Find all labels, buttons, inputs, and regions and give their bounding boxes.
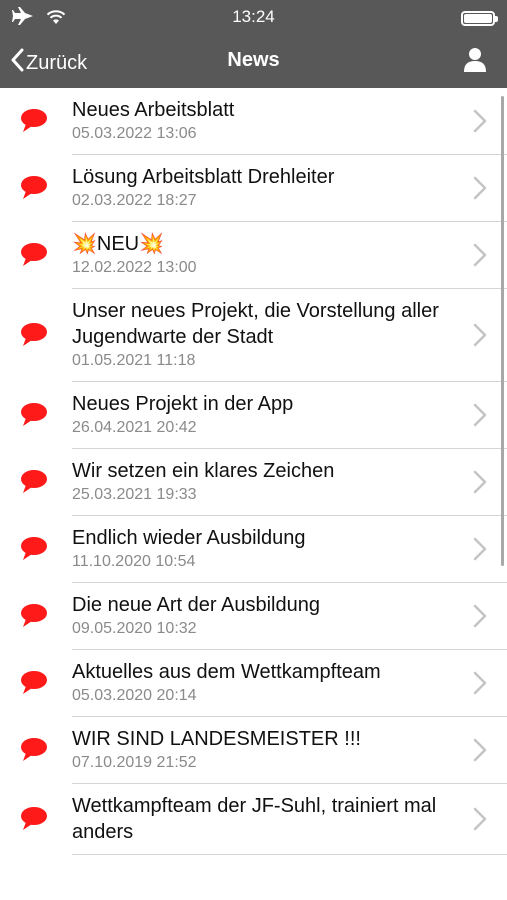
news-list-item[interactable]: Wir setzen ein klares Zeichen 25.03.2021 … [21,449,507,516]
chevron-right-icon [473,323,487,352]
user-icon [463,48,487,77]
news-date: 05.03.2022 13:06 [72,125,197,142]
news-title: Neues Arbeitsblatt [72,99,235,121]
scroll-indicator[interactable] [501,96,504,566]
news-list-item[interactable]: WIR SIND LANDESMEISTER !!! 07.10.2019 21:… [21,717,507,784]
speech-bubble-icon [20,175,48,206]
profile-button[interactable] [463,47,487,78]
news-date: 26.04.2021 20:42 [72,419,197,436]
page-title: News [227,49,280,71]
news-text: Aktuelles aus dem Wettkampfteam 05.03.202… [72,659,507,707]
news-text: 💥NEU💥 12.02.2022 13:00 [72,231,507,279]
chevron-right-icon [473,243,487,272]
news-list-item[interactable]: Wettkampfteam der JF-Suhl, trainiert mal… [21,784,507,855]
chevron-right-icon [473,403,487,432]
news-text: Wir setzen ein klares Zeichen 25.03.2021 … [72,458,507,506]
news-list-item[interactable]: Unser neues Projekt, die Vorstellung all… [21,289,507,382]
speech-bubble-icon [20,603,48,634]
news-title: Unser neues Projekt, die Vorstellung all… [72,300,439,348]
chevron-right-icon [473,671,487,700]
news-list-item[interactable]: Lösung Arbeitsblatt Drehleiter 02.03.2022… [21,155,507,222]
news-list-item[interactable]: Die neue Art der Ausbildung 09.05.2020 10… [21,583,507,650]
speech-bubble-icon [20,737,48,768]
speech-bubble-icon [20,108,48,139]
news-title: Wir setzen ein klares Zeichen [72,460,335,482]
news-text: WIR SIND LANDESMEISTER !!! 07.10.2019 21:… [72,726,507,774]
top-bar: 13:24 Zurück News [0,0,507,88]
news-list-item[interactable]: Neues Arbeitsblatt 05.03.2022 13:06 [21,88,507,155]
speech-bubble-icon [20,242,48,273]
news-title: Aktuelles aus dem Wettkampfteam [72,661,381,683]
news-list-item[interactable]: Aktuelles aus dem Wettkampfteam 05.03.202… [21,650,507,717]
news-date: 11.10.2020 10:54 [72,553,196,570]
news-date: 12.02.2022 13:00 [72,259,197,276]
speech-bubble-icon [20,806,48,837]
speech-bubble-icon [20,402,48,433]
chevron-right-icon [473,470,487,499]
news-text: Wettkampfteam der JF-Suhl, trainiert mal… [72,793,507,845]
news-date: 02.03.2022 18:27 [72,192,197,209]
news-list-item[interactable]: Endlich wieder Ausbildung 11.10.2020 10:5… [21,516,507,583]
news-date: 05.03.2020 20:14 [72,687,197,704]
chevron-right-icon [473,537,487,566]
news-text: Unser neues Projekt, die Vorstellung all… [72,298,507,372]
news-title: Neues Projekt in der App [72,393,294,415]
news-title: Endlich wieder Ausbildung [72,527,306,549]
news-date: 07.10.2019 21:52 [72,754,197,771]
battery-icon [461,11,498,26]
news-text: Die neue Art der Ausbildung 09.05.2020 10… [72,592,507,640]
news-date: 01.05.2021 11:18 [72,352,196,369]
news-title: Wettkampfteam der JF-Suhl, trainiert mal… [72,795,437,843]
status-time: 13:24 [232,7,275,26]
news-list-item[interactable]: 💥NEU💥 12.02.2022 13:00 [21,222,507,289]
news-title: WIR SIND LANDESMEISTER !!! [72,728,361,750]
speech-bubble-icon [20,670,48,701]
news-title: 💥NEU💥 [72,233,165,255]
news-text: Neues Arbeitsblatt 05.03.2022 13:06 [72,97,507,145]
news-title: Lösung Arbeitsblatt Drehleiter [72,166,335,188]
chevron-right-icon [473,738,487,767]
news-list: Neues Arbeitsblatt 05.03.2022 13:06 Lösung… [0,88,507,900]
news-list-item[interactable]: Neues Projekt in der App 26.04.2021 20:42 [21,382,507,449]
news-text: Lösung Arbeitsblatt Drehleiter 02.03.2022… [72,164,507,212]
news-date: 25.03.2021 19:33 [72,486,197,503]
speech-bubble-icon [20,322,48,353]
news-text: Endlich wieder Ausbildung 11.10.2020 10:5… [72,525,507,573]
status-bar: 13:24 [0,0,507,36]
speech-bubble-icon [20,469,48,500]
chevron-right-icon [473,807,487,836]
news-title: Die neue Art der Ausbildung [72,594,320,616]
news-text: Neues Projekt in der App 26.04.2021 20:42 [72,391,507,439]
news-date: 09.05.2020 10:32 [72,620,197,637]
speech-bubble-icon [20,536,48,567]
chevron-right-icon [473,604,487,633]
chevron-right-icon [473,176,487,205]
navigation-bar: Zurück News [0,36,507,88]
chevron-right-icon [473,109,487,138]
